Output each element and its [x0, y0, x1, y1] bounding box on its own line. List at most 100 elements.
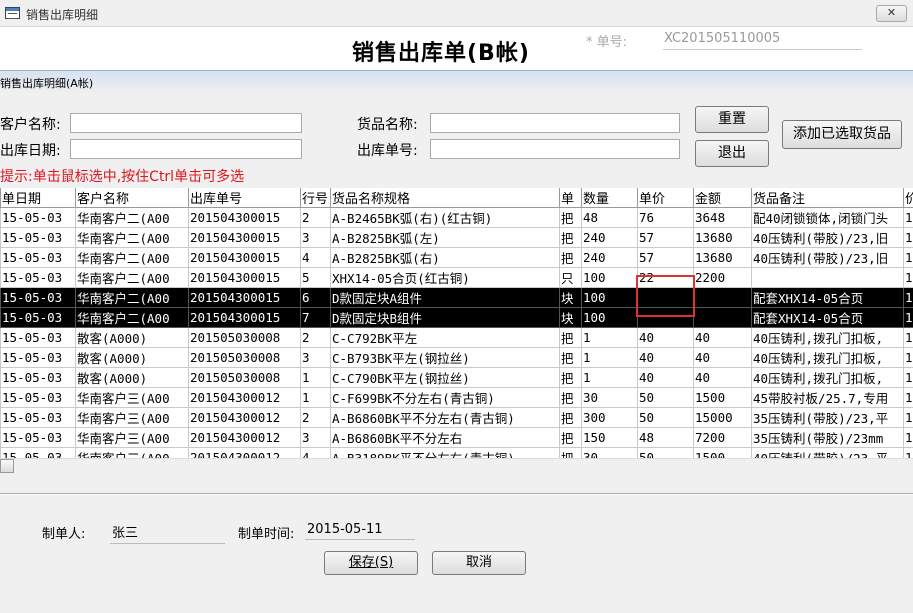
column-header[interactable]: 货品名称规格: [330, 188, 560, 208]
highlight-box: [636, 275, 695, 317]
column-header[interactable]: 行号: [300, 188, 331, 208]
table-row[interactable]: 15-05-03 华南客户二(A00 201504300015 7 D款固定块B组件块 1…: [0, 307, 913, 328]
table-cell: 2: [300, 407, 331, 428]
table-row[interactable]: 15-05-03 华南客户三(A00 201504300012 2 A-B6860BK平…: [0, 407, 913, 428]
save-button[interactable]: 保存(S): [324, 551, 418, 575]
table-cell: 15-05-03: [0, 447, 76, 458]
table-cell: 1: [903, 427, 913, 448]
goods-grid[interactable]: 单日期客户名称出库单号行号货品名称规格单数量单价金额货品备注价 15-05-03…: [0, 188, 913, 458]
table-cell: [693, 307, 752, 328]
table-cell: 50: [637, 407, 694, 428]
table-row[interactable]: 15-05-03 散客(A000) 201505030008 3 C-B793BK平左(…: [0, 347, 913, 368]
table-cell: 100: [581, 287, 638, 308]
table-cell: 40: [693, 367, 752, 388]
table-cell: A-B6860BK平不分左右(青古铜): [330, 407, 560, 428]
cancel-button[interactable]: 取消: [432, 551, 526, 575]
maker-label: 制单人:: [42, 527, 86, 542]
table-cell: 1: [581, 327, 638, 348]
table-cell: 15-05-03: [0, 407, 76, 428]
table-cell: 把: [559, 387, 582, 408]
scroll-thumb[interactable]: [0, 459, 14, 473]
table-cell: 201504300015: [188, 267, 301, 288]
outbound-date-input[interactable]: [70, 139, 302, 159]
table-cell: 15-05-03: [0, 227, 76, 248]
table-cell: 48: [637, 427, 694, 448]
horizontal-scrollbar[interactable]: [0, 458, 913, 475]
make-time-label: 制单时间:: [238, 527, 295, 542]
table-cell: 散客(A000): [75, 367, 189, 388]
table-cell: 240: [581, 247, 638, 268]
table-row[interactable]: 15-05-03 散客(A000) 201505030008 1 C-C790BK平左(…: [0, 367, 913, 388]
table-cell: 40压铸利(带胶)/23,平: [751, 447, 904, 458]
column-header[interactable]: 金额: [693, 188, 752, 208]
table-cell: 把: [559, 207, 582, 228]
goods-name-input[interactable]: [430, 113, 680, 133]
table-cell: 40压铸利(带胶)/23,旧: [751, 227, 904, 248]
table-row[interactable]: 15-05-03 华南客户二(A00 201504300015 5 XHX14-05合页…: [0, 267, 913, 288]
table-cell: 1: [903, 347, 913, 368]
table-cell: 4: [300, 247, 331, 268]
table-row[interactable]: 15-05-03 华南客户二(A00 201504300015 3 A-B2825BK弧…: [0, 227, 913, 248]
table-cell: 15-05-03: [0, 207, 76, 228]
table-row[interactable]: 15-05-03 华南客户三(A00 201504300012 3 A-B6860BK平…: [0, 427, 913, 448]
column-header[interactable]: 单日期: [0, 188, 76, 208]
outbound-date-label: 出库日期:: [0, 143, 61, 159]
table-cell: 201505030008: [188, 327, 301, 348]
table-cell: 配套XHX14-05合页: [751, 307, 904, 328]
table-cell: 40压铸利,拨孔门扣板,: [751, 367, 904, 388]
table-cell: 76: [637, 207, 694, 228]
reset-button[interactable]: 重置: [695, 106, 769, 133]
table-cell: 15-05-03: [0, 267, 76, 288]
table-row[interactable]: 15-05-03 华南客户二(A00 201504300015 2 A-B2465BK弧…: [0, 207, 913, 228]
table-cell: 1: [300, 387, 331, 408]
table-cell: 57: [637, 227, 694, 248]
table-cell: C-B793BK平左(钢拉丝): [330, 347, 560, 368]
table-cell: A-B3189BK平不分左右(青古铜): [330, 447, 560, 458]
add-selected-goods-button[interactable]: 添加已选取货品: [782, 120, 902, 149]
table-cell: 华南客户二(A00: [75, 207, 189, 228]
table-cell: C-C792BK平左: [330, 327, 560, 348]
table-cell: [751, 267, 904, 288]
table-cell: 201504300015: [188, 307, 301, 328]
column-header[interactable]: 客户名称: [75, 188, 189, 208]
table-cell: 1: [903, 327, 913, 348]
table-row[interactable]: 15-05-03 华南客户三(A00 201504300012 1 C-F699BK不分…: [0, 387, 913, 408]
table-cell: 15-05-03: [0, 427, 76, 448]
table-cell: 201504300015: [188, 227, 301, 248]
table-cell: 3648: [693, 207, 752, 228]
column-header[interactable]: 单价: [637, 188, 694, 208]
maker-field[interactable]: 张三: [110, 522, 225, 544]
table-cell: 300: [581, 407, 638, 428]
table-cell: 1: [903, 247, 913, 268]
column-header[interactable]: 单: [559, 188, 582, 208]
close-button[interactable]: ✕: [876, 5, 907, 22]
outbound-order-input[interactable]: [430, 139, 680, 159]
table-row[interactable]: 15-05-03华南客户三(A002015043000124A-B3189BK平…: [0, 447, 913, 458]
table-cell: 把: [559, 327, 582, 348]
table-cell: 15-05-03: [0, 327, 76, 348]
column-header[interactable]: 货品备注: [751, 188, 904, 208]
exit-button[interactable]: 退出: [695, 140, 769, 167]
table-cell: 30: [581, 387, 638, 408]
table-cell: 201504300012: [188, 407, 301, 428]
table-row[interactable]: 15-05-03 华南客户二(A00 201504300015 6 D款固定块A组件块 1…: [0, 287, 913, 308]
subform-strip: [0, 70, 913, 94]
column-header[interactable]: 出库单号: [188, 188, 301, 208]
column-header[interactable]: 数量: [581, 188, 638, 208]
table-cell: A-B2465BK弧(右)(红古铜): [330, 207, 560, 228]
make-time-field[interactable]: 2015-05-11: [305, 522, 415, 540]
table-cell: 201505030008: [188, 347, 301, 368]
table-cell: 1: [903, 367, 913, 388]
table-cell: 1: [581, 367, 638, 388]
column-header[interactable]: 价: [903, 188, 913, 208]
table-cell: 7200: [693, 427, 752, 448]
table-row[interactable]: 15-05-03 华南客户二(A00 201504300015 4 A-B2825BK弧…: [0, 247, 913, 268]
table-cell: 1: [903, 207, 913, 228]
table-cell: 40: [637, 347, 694, 368]
table-cell: 1: [903, 307, 913, 328]
table-cell: 15-05-03: [0, 247, 76, 268]
customer-name-input[interactable]: [70, 113, 302, 133]
table-row[interactable]: 15-05-03 散客(A000) 201505030008 2 C-C792BK平左把…: [0, 327, 913, 348]
order-number-field[interactable]: XC201505110005: [663, 31, 862, 50]
table-header-row: 单日期客户名称出库单号行号货品名称规格单数量单价金额货品备注价: [0, 188, 913, 208]
